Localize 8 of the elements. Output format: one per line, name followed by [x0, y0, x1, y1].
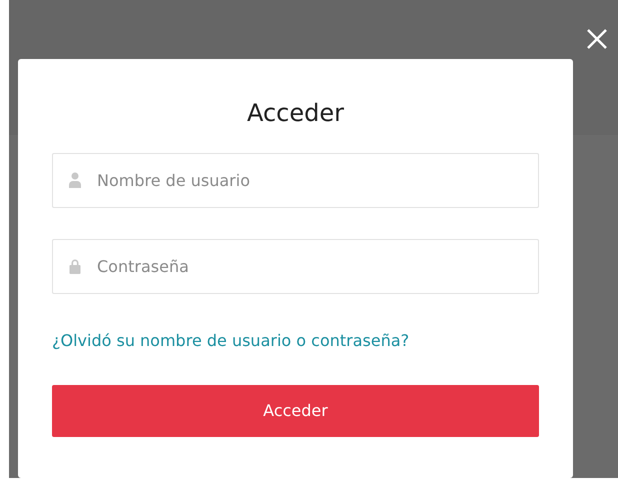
input-field[interactable]: Nombre de usuario	[52, 153, 539, 208]
input-field[interactable]: Contraseña	[52, 239, 539, 294]
lock-icon	[68, 258, 82, 274]
close-icon[interactable]	[586, 28, 608, 50]
dialog-title: Acceder	[246, 98, 346, 129]
user-icon	[68, 172, 82, 188]
submit-button[interactable]: Acceder	[52, 385, 539, 437]
forgot-password-link[interactable]: ¿Olvidó su nombre de usuario o contraseña?	[52, 329, 539, 353]
